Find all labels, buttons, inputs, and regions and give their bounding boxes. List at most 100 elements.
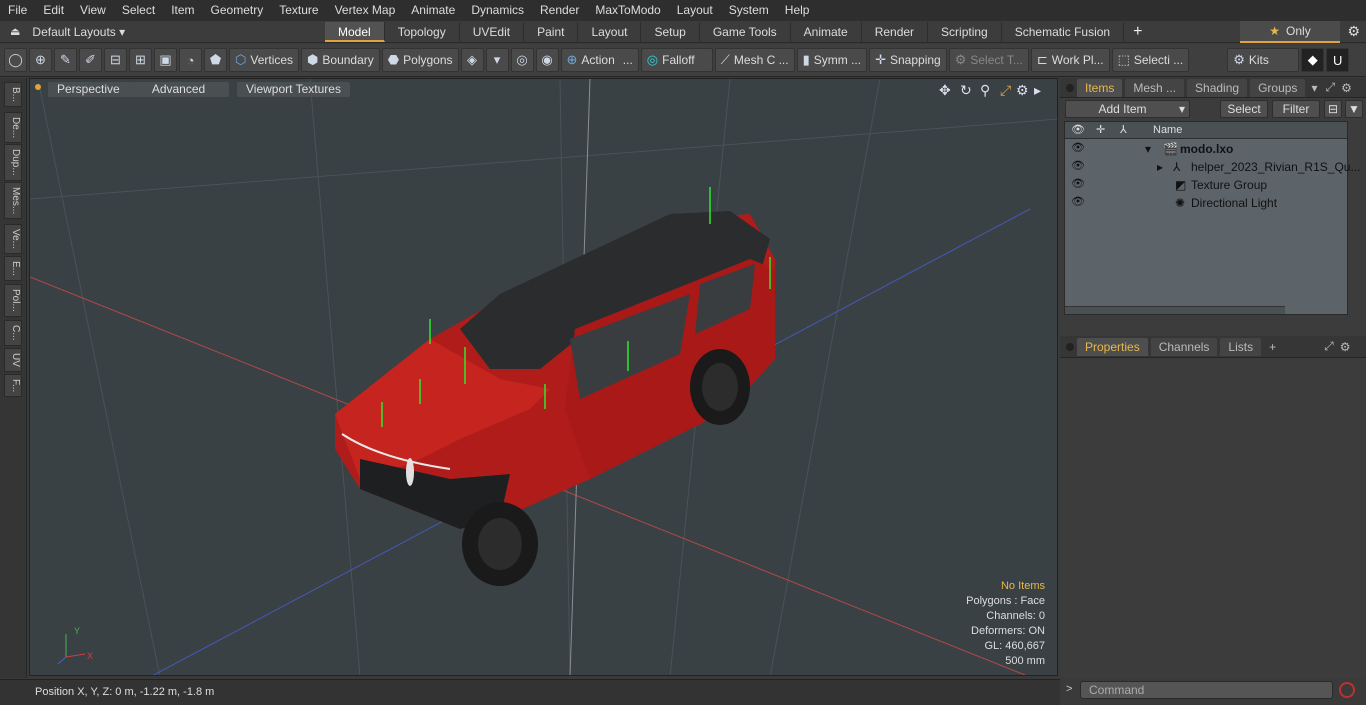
viewport-settings-icon[interactable]: ⚙: [1016, 82, 1029, 99]
left-tab-polygon[interactable]: Pol...: [4, 284, 22, 317]
select-through-button[interactable]: ⚙ Select T...: [948, 48, 1029, 72]
menu-maxtomodo[interactable]: MaxToModo: [587, 0, 668, 21]
left-tab-mesh-edit[interactable]: Mes...: [4, 182, 22, 220]
tab-layout[interactable]: Layout: [578, 21, 642, 42]
pen-icon[interactable]: ✎: [54, 48, 77, 72]
item-row-helper[interactable]: 👁 ▸ ⅄ helper_2023_Rivian_R1S_Qu...: [1065, 158, 1360, 176]
action-center-button[interactable]: ⊕ Action...: [560, 48, 639, 72]
snapping-button[interactable]: ✛ Snapping: [869, 48, 947, 72]
menu-edit[interactable]: Edit: [35, 0, 72, 21]
default-layouts-dropdown[interactable]: Default Layouts ▾: [32, 25, 125, 39]
pan-icon[interactable]: ✥: [939, 82, 951, 99]
polygons-button[interactable]: ⬣ Polygons: [381, 48, 459, 72]
tab-shading[interactable]: Shading: [1187, 78, 1248, 97]
tabs-dropdown-icon[interactable]: ▾: [1311, 81, 1317, 95]
tab-scripting[interactable]: Scripting: [928, 21, 1002, 42]
vertices-button[interactable]: ⬡ Vertices: [229, 48, 300, 72]
menu-animate[interactable]: Animate: [403, 0, 463, 21]
tab-animate[interactable]: Animate: [791, 21, 862, 42]
left-tab-vertex[interactable]: Ve...: [4, 224, 22, 255]
add-tab-icon[interactable]: +: [1124, 23, 1151, 41]
left-tab-curve[interactable]: C...: [4, 320, 22, 346]
add-item-button[interactable]: Add Item ▾: [1065, 100, 1190, 118]
orbit-icon[interactable]: ↻: [960, 82, 972, 99]
collapse-icon[interactable]: ⊟: [1324, 100, 1342, 118]
boundary-button[interactable]: ⬢ Boundary: [301, 48, 380, 72]
brush-icon[interactable]: ✐: [79, 48, 102, 72]
menu-vertex-map[interactable]: Vertex Map: [327, 0, 404, 21]
viewport-textures-dropdown[interactable]: Viewport Textures: [237, 82, 350, 97]
work-plane-button[interactable]: ⊏ Work Pl...: [1030, 48, 1110, 72]
symmetry-button[interactable]: ▮ Symm ...: [796, 48, 868, 72]
tab-lists[interactable]: Lists: [1220, 337, 1262, 356]
kits-button[interactable]: ⚙ Kits: [1227, 48, 1300, 72]
expand-arrow-icon[interactable]: ▾: [1145, 142, 1151, 156]
tab-channels[interactable]: Channels: [1150, 337, 1218, 356]
perspective-dropdown[interactable]: Perspective: [48, 82, 129, 97]
props-expand-icon[interactable]: ⤢: [1324, 339, 1334, 354]
funnel-icon[interactable]: ▼: [1345, 100, 1363, 118]
menu-render[interactable]: Render: [532, 0, 587, 21]
viewport-menu-dot[interactable]: [35, 84, 41, 90]
panel-expand-icon[interactable]: ⤢: [1325, 80, 1335, 95]
menu-texture[interactable]: Texture: [271, 0, 326, 21]
left-tab-basic[interactable]: B...: [4, 82, 22, 108]
falloff-button[interactable]: ◎ Falloff: [640, 48, 713, 72]
menu-dynamics[interactable]: Dynamics: [463, 0, 532, 21]
zoom-icon[interactable]: ⚲: [980, 82, 990, 99]
eye-icon[interactable]: 👁: [1071, 159, 1085, 172]
item-row-texture-group[interactable]: 👁 ◩ Texture Group: [1065, 176, 1347, 194]
props-menu-dot[interactable]: [1066, 342, 1074, 351]
left-tab-deform[interactable]: De...: [4, 112, 22, 144]
left-tab-uv[interactable]: UV: [4, 348, 22, 372]
tab-model[interactable]: Model: [325, 21, 385, 42]
item-row-scene[interactable]: 👁 ▾ 🎬 modo.lxo: [1065, 140, 1347, 158]
left-tab-duplicate[interactable]: Dup...: [4, 144, 22, 181]
tab-properties[interactable]: Properties: [1077, 337, 1148, 356]
left-tab-fusion[interactable]: F...: [4, 374, 22, 398]
layouts-selector[interactable]: ⏏ Default Layouts ▾: [0, 25, 325, 39]
tab-paint[interactable]: Paint: [524, 21, 579, 42]
filter-button[interactable]: Filter: [1272, 100, 1320, 118]
horizontal-scrollbar[interactable]: [1065, 306, 1285, 314]
command-input[interactable]: Command: [1080, 681, 1333, 699]
record-icon[interactable]: [1339, 682, 1355, 698]
mesh-constraint-button[interactable]: ⟋ Mesh C ...: [714, 48, 795, 72]
only-toggle[interactable]: ★ Only: [1240, 21, 1340, 43]
item-row-directional-light[interactable]: 👁 ✺ Directional Light: [1065, 194, 1347, 212]
rivian-r1s-model[interactable]: [335, 211, 775, 586]
tab-mesh[interactable]: Mesh ...: [1125, 78, 1185, 97]
tab-items[interactable]: Items: [1077, 78, 1123, 97]
tab-setup[interactable]: Setup: [641, 21, 700, 42]
unity-icon[interactable]: ◆: [1301, 48, 1325, 72]
tab-groups[interactable]: Groups: [1250, 78, 1306, 97]
expand-arrow-icon[interactable]: ▸: [1034, 82, 1041, 99]
eye-icon[interactable]: 👁: [1071, 177, 1085, 190]
menu-item[interactable]: Item: [163, 0, 202, 21]
shield-icon[interactable]: ⬟: [204, 48, 227, 72]
menu-file[interactable]: File: [0, 0, 35, 21]
tab-render[interactable]: Render: [862, 21, 929, 42]
menu-help[interactable]: Help: [777, 0, 818, 21]
panel-menu-dot[interactable]: [1066, 83, 1074, 92]
align-icon[interactable]: ⊟: [104, 48, 127, 72]
unreal-icon[interactable]: U: [1326, 48, 1350, 72]
props-gear-icon[interactable]: ⚙: [1340, 340, 1351, 354]
selection-sets-button[interactable]: ⬚ Selecti ...: [1111, 48, 1190, 72]
menu-layout[interactable]: Layout: [669, 0, 721, 21]
3d-viewport[interactable]: Y X Perspective Advanced Viewport Textur…: [29, 78, 1058, 676]
center-icon[interactable]: ⊞: [129, 48, 152, 72]
select-circle-icon[interactable]: ◯: [4, 48, 27, 72]
camera-icon[interactable]: ◎: [510, 48, 534, 72]
tab-schematic-fusion[interactable]: Schematic Fusion: [1002, 21, 1125, 42]
left-tab-edge[interactable]: E...: [4, 256, 22, 282]
add-props-tab-icon[interactable]: +: [1269, 340, 1276, 354]
menu-system[interactable]: System: [721, 0, 777, 21]
panel-gear-icon[interactable]: ⚙: [1341, 81, 1352, 95]
rotate-icon[interactable]: ◔: [179, 48, 202, 72]
eye-icon[interactable]: 👁: [1071, 195, 1085, 208]
cube-mode-dropdown-icon[interactable]: ▾: [485, 48, 509, 72]
frame-icon[interactable]: ▣: [154, 48, 177, 72]
maximize-icon[interactable]: ⤢: [1000, 82, 1011, 99]
globe-icon[interactable]: ⊕: [29, 48, 52, 72]
